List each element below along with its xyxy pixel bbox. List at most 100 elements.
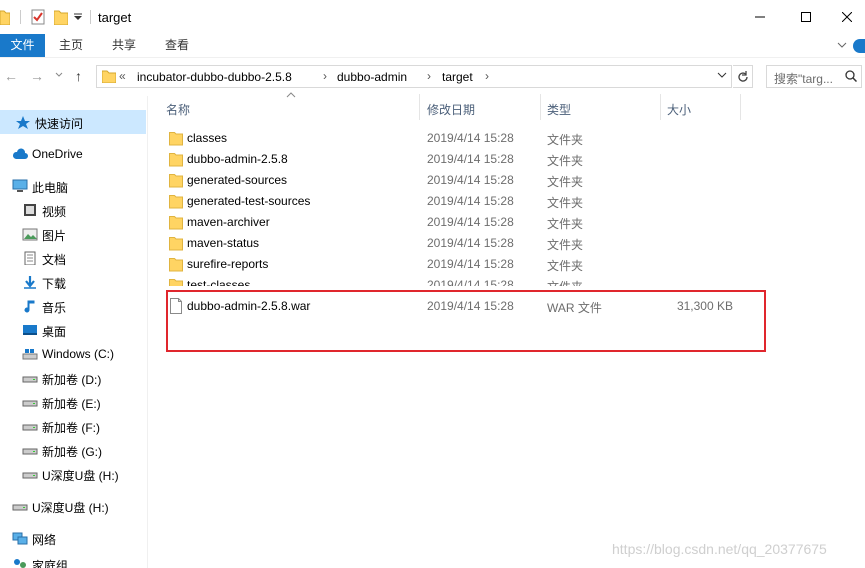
file-type: 文件夹 — [547, 196, 584, 210]
customize-dropdown-icon[interactable] — [74, 13, 82, 21]
pictures-icon — [22, 228, 38, 241]
folder-icon — [169, 279, 183, 286]
overflow-chevron[interactable]: « — [119, 69, 126, 83]
properties-icon[interactable] — [31, 9, 45, 25]
search-icon[interactable] — [845, 70, 857, 82]
sidebar-item-label: 家庭组 — [32, 559, 69, 568]
sidebar-item-label: 桌面 — [42, 325, 67, 339]
forward-arrow-icon[interactable]: → — [30, 68, 44, 84]
sidebar-item[interactable]: 新加卷 (D:) — [0, 366, 146, 390]
column-header-type[interactable]: 类型 — [541, 92, 661, 122]
search-placeholder: 搜索"targ... — [774, 72, 833, 86]
new-folder-icon[interactable] — [54, 9, 68, 25]
sidebar-item[interactable]: 新加卷 (E:) — [0, 390, 146, 414]
drive-icon — [22, 400, 38, 407]
table-row[interactable]: generated-test-sources 2019/4/14 15:28 文件夹 — [164, 190, 754, 211]
sidebar-item[interactable]: 此电脑 — [0, 174, 146, 198]
file-name: maven-status — [187, 236, 260, 250]
column-header-date[interactable]: 修改日期 — [420, 92, 540, 122]
file-date: 2019/4/14 15:28 — [427, 152, 514, 166]
search-box[interactable]: 搜索"targ... — [766, 65, 862, 88]
sidebar-item[interactable]: 图片 — [0, 222, 146, 246]
column-header-name[interactable]: 名称 — [149, 92, 424, 122]
sidebar-item[interactable]: 桌面 — [0, 318, 146, 342]
sidebar-item[interactable]: 家庭组 — [0, 552, 146, 568]
window-title: target — [98, 10, 132, 25]
usb-drive-icon — [12, 504, 28, 511]
sidebar-item-label: 图片 — [42, 229, 67, 243]
close-button[interactable] — [829, 0, 865, 34]
breadcrumb-separator[interactable]: › — [485, 69, 489, 83]
table-row[interactable]: generated-sources 2019/4/14 15:28 文件夹 — [164, 169, 754, 190]
sidebar-item[interactable]: 视频 — [0, 198, 146, 222]
breadcrumb-incubator[interactable]: incubator-dubbo-dubbo-2.5.8 — [137, 70, 292, 84]
file-type: 文件夹 — [547, 217, 584, 231]
breadcrumb-separator[interactable]: › — [323, 69, 327, 83]
minimize-button[interactable] — [737, 0, 783, 34]
maximize-icon — [801, 12, 811, 22]
sidebar-item[interactable]: 新加卷 (G:) — [0, 438, 146, 462]
up-arrow-icon[interactable]: ↑ — [75, 68, 82, 84]
folder-icon — [169, 132, 183, 146]
sidebar-item[interactable]: 文档 — [0, 246, 146, 270]
table-row[interactable]: test-classes 2019/4/14 15:28 文件夹 — [164, 274, 754, 286]
back-arrow-icon[interactable]: ← — [4, 68, 18, 84]
sidebar-item[interactable]: 新加卷 (F:) — [0, 414, 146, 438]
breadcrumb-dubbo-admin[interactable]: dubbo-admin — [337, 70, 407, 84]
windows-drive-icon — [22, 349, 38, 360]
sidebar-item-label: 下载 — [42, 277, 67, 291]
divider — [90, 10, 91, 24]
expand-ribbon-icon[interactable] — [837, 42, 847, 50]
table-row[interactable]: surefire-reports 2019/4/14 15:28 文件夹 — [164, 253, 754, 274]
music-icon — [24, 300, 35, 313]
sidebar-item[interactable]: 下载 — [0, 270, 146, 294]
breadcrumb-target[interactable]: target — [442, 70, 473, 84]
sidebar-item[interactable]: 网络 — [0, 526, 146, 550]
table-row[interactable]: classes 2019/4/14 15:28 文件夹 — [164, 127, 754, 148]
help-icon[interactable] — [853, 39, 865, 53]
divider — [20, 10, 21, 24]
refresh-button[interactable] — [733, 65, 753, 88]
tab-home[interactable]: 主页 — [52, 34, 90, 57]
column-header-size[interactable]: 大小 — [661, 92, 741, 122]
download-icon — [24, 276, 36, 289]
navigation-bar: ← → ↑ « incubator-dubbo-dubbo-2.5.8 › du… — [0, 60, 865, 92]
recent-dropdown-icon[interactable] — [55, 72, 63, 78]
sidebar-item-label: OneDrive — [32, 147, 83, 161]
file-type: 文件夹 — [547, 259, 584, 273]
address-dropdown-icon[interactable] — [717, 72, 727, 80]
table-row[interactable]: maven-archiver 2019/4/14 15:28 文件夹 — [164, 211, 754, 232]
navigation-pane: 快速访问 OneDrive 此电脑 视频 图片 文档 下载 音乐 桌面 Windows (C:) 新… — [0, 96, 148, 568]
tab-share[interactable]: 共享 — [105, 34, 143, 57]
file-type: 文件夹 — [547, 238, 584, 252]
table-row[interactable]: dubbo-admin-2.5.8 2019/4/14 15:28 文件夹 — [164, 148, 754, 169]
title-bar: target — [0, 0, 865, 34]
file-date: 2019/4/14 15:28 — [427, 257, 514, 271]
file-date: 2019/4/14 15:28 — [427, 131, 514, 145]
folder-icon — [169, 153, 183, 167]
address-bar[interactable]: « incubator-dubbo-dubbo-2.5.8 › dubbo-ad… — [96, 65, 732, 88]
file-type: 文件夹 — [547, 154, 584, 168]
sidebar-item[interactable]: U深度U盘 (H:) — [0, 494, 146, 518]
highlight-annotation-box — [166, 290, 766, 352]
column-divider[interactable] — [740, 94, 741, 120]
sidebar-item-label: 网络 — [32, 533, 57, 547]
folder-icon[interactable] — [0, 9, 10, 25]
tab-view[interactable]: 查看 — [158, 34, 196, 57]
breadcrumb-separator[interactable]: › — [427, 69, 431, 83]
file-name: generated-test-sources — [187, 194, 311, 208]
sidebar-item[interactable]: Windows (C:) — [0, 342, 146, 366]
tab-file[interactable]: 文件 — [0, 34, 45, 57]
sidebar-item[interactable]: 快速访问 — [0, 110, 146, 134]
sidebar-item[interactable]: OneDrive — [0, 142, 146, 166]
file-type: 文件夹 — [547, 175, 584, 189]
table-row[interactable]: maven-status 2019/4/14 15:28 文件夹 — [164, 232, 754, 253]
file-date: 2019/4/14 15:28 — [427, 278, 514, 286]
maximize-button[interactable] — [783, 0, 829, 34]
sidebar-item[interactable]: 音乐 — [0, 294, 146, 318]
usb-drive-icon — [22, 472, 38, 479]
folder-icon — [169, 237, 183, 251]
sidebar-item[interactable]: U深度U盘 (H:) — [0, 462, 146, 486]
file-date: 2019/4/14 15:28 — [427, 194, 514, 208]
sidebar-item-label: 新加卷 (G:) — [42, 445, 102, 459]
